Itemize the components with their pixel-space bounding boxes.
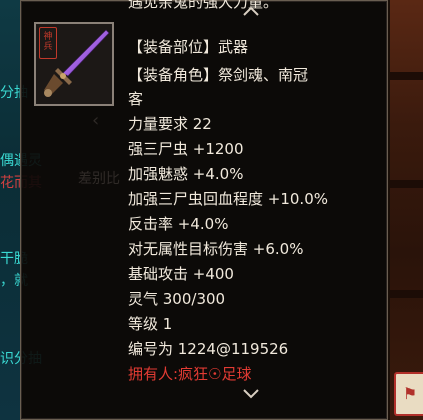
chevron-down-icon[interactable] bbox=[242, 388, 260, 400]
background-decor bbox=[390, 180, 423, 188]
spirit-value: 灵气 300/300 bbox=[128, 290, 226, 308]
item-level: 等级 1 bbox=[128, 315, 173, 333]
stat-line: 基础攻击 +400 bbox=[128, 265, 234, 283]
background-decor bbox=[390, 290, 423, 298]
banner-icon[interactable]: ⚑ bbox=[394, 372, 423, 416]
equip-role: 【装备角色】祭剑魂、南冠 bbox=[128, 66, 309, 84]
stat-line: 反击率 +4.0% bbox=[128, 215, 229, 233]
purple-sword-icon bbox=[44, 29, 110, 97]
stat-line: 加强魅惑 +4.0% bbox=[128, 165, 244, 183]
stat-line: 加强三尸虫回血程度 +10.0% bbox=[128, 190, 328, 208]
equip-slot: 【装备部位】武器 bbox=[128, 38, 249, 56]
stat-line: 强三尸虫 +1200 bbox=[128, 140, 244, 158]
background-ghost-text: 差别比 bbox=[78, 171, 120, 187]
stat-line: 对无属性目标伤害 +6.0% bbox=[128, 240, 304, 258]
item-owner: 拥有人:疯狂☉足球 bbox=[128, 365, 252, 383]
item-serial: 编号为 1224@119526 bbox=[128, 340, 289, 358]
strength-requirement: 力量要求 22 bbox=[128, 115, 212, 133]
chevron-left-icon: ‹ bbox=[92, 110, 100, 131]
equip-role-continued: 客 bbox=[128, 90, 144, 108]
item-description: 遇见亲鬼的强大力量。 bbox=[128, 0, 279, 11]
background-right-panel bbox=[390, 0, 423, 420]
background-decor bbox=[390, 72, 423, 80]
item-icon-frame[interactable]: 神兵 bbox=[34, 22, 114, 106]
